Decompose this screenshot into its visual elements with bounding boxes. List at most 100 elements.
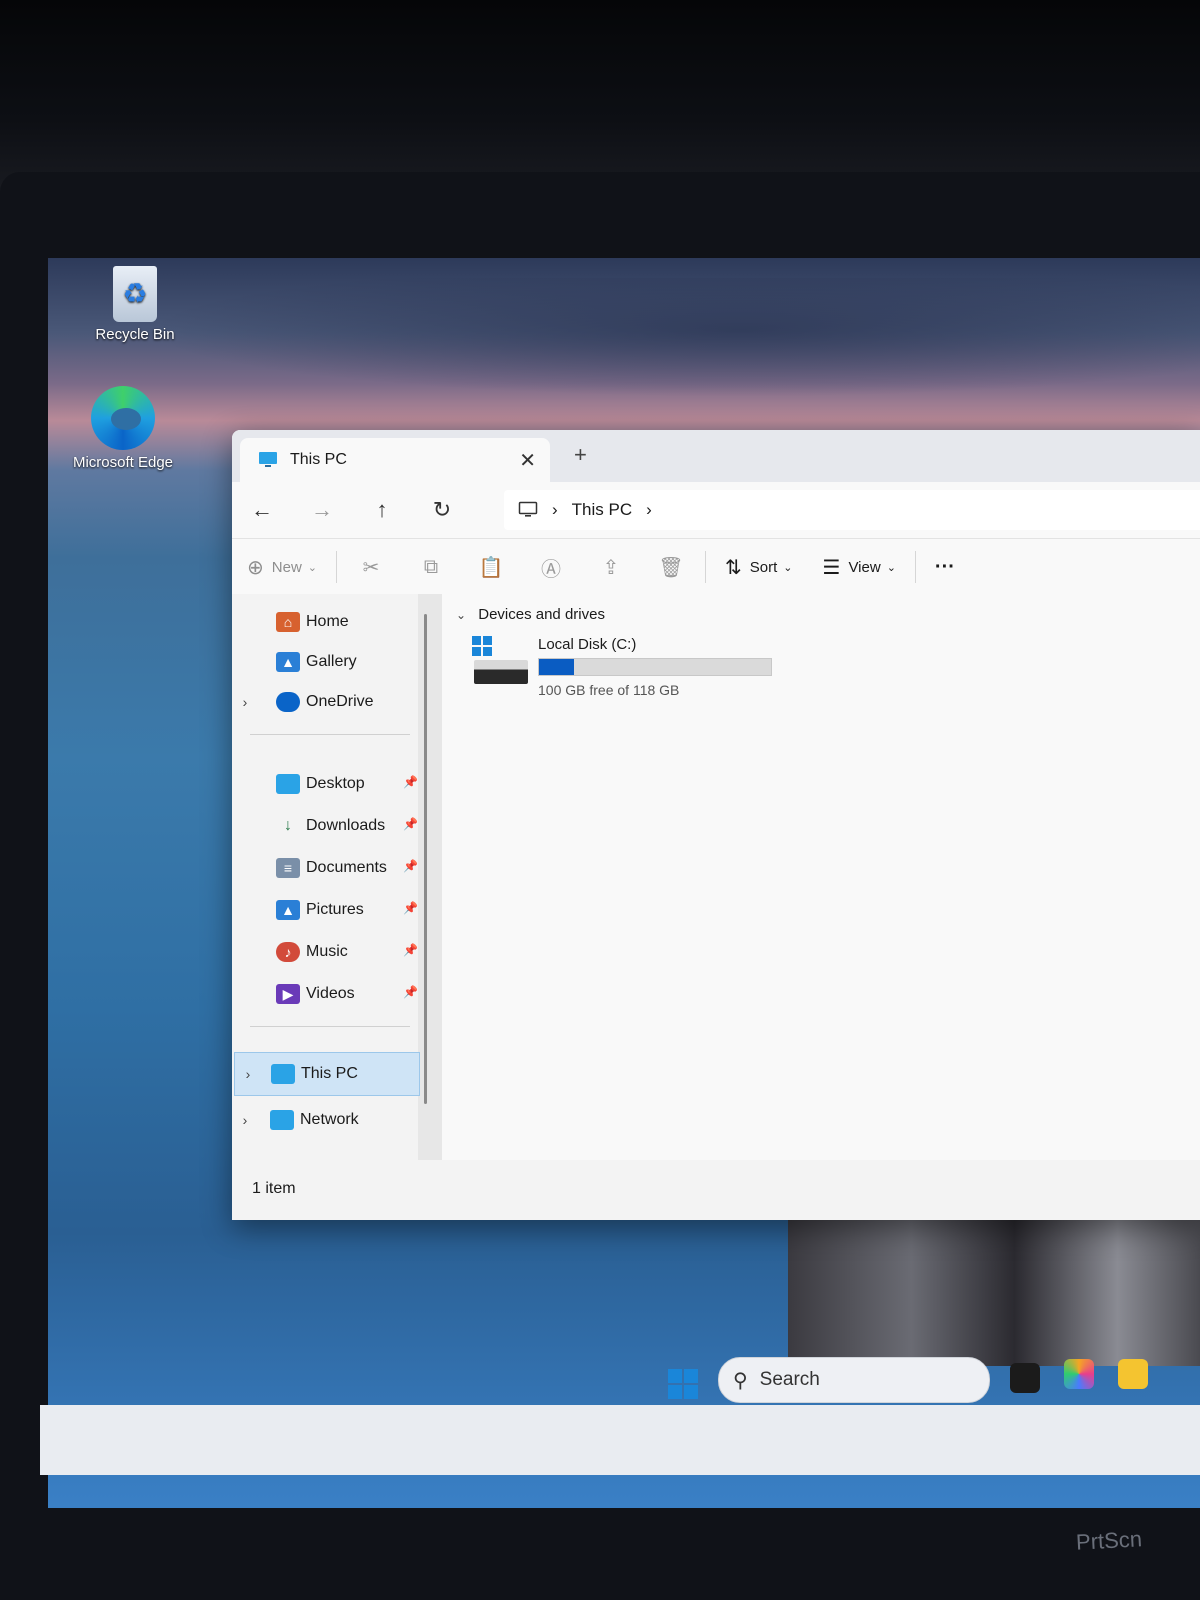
sidebar-item-music[interactable]: ♪ Music 📌 (232, 934, 422, 970)
wallpaper-clouds (48, 278, 1200, 408)
sidebar-item-network[interactable]: › Network (232, 1102, 422, 1138)
forward-button[interactable]: → (292, 497, 352, 523)
paste-icon[interactable]: 📋 (461, 555, 521, 580)
chevron-down-icon: ⌄ (307, 561, 317, 574)
onedrive-icon (276, 692, 300, 712)
item-count: 1 item (252, 1180, 296, 1197)
desktop-icon-edge[interactable]: Microsoft Edge (68, 386, 178, 471)
tab-bar: This PC ✕ + (232, 430, 1200, 482)
new-button[interactable]: ⊕ New ⌄ (232, 555, 332, 580)
m365-copilot-icon[interactable] (1064, 1359, 1094, 1389)
hard-drive-icon (472, 636, 528, 686)
tab-title: This PC (290, 451, 347, 468)
background-room (0, 0, 1200, 200)
breadcrumb-this-pc[interactable]: This PC (572, 500, 632, 520)
new-label: New (271, 558, 302, 576)
status-bar: 1 item (232, 1160, 1200, 1220)
desktop-icon-recycle-bin[interactable]: ♻ Recycle Bin (80, 266, 190, 343)
up-button[interactable]: ↑ (352, 497, 412, 523)
navigation-scrollbar[interactable] (424, 614, 427, 1104)
sidebar-item-pictures[interactable]: ▲ Pictures 📌 (232, 892, 422, 928)
task-view-icon[interactable] (1010, 1363, 1040, 1393)
chevron-down-icon: ⌄ (456, 608, 467, 622)
file-explorer-window: This PC ✕ + ← → ↑ ↻ › This PC › ⊕ New ⌄ … (232, 430, 1200, 1220)
drive-free-space: 100 GB free of 118 GB (538, 682, 680, 698)
drive-name: Local Disk (C:) (538, 636, 637, 653)
pin-icon[interactable]: 📌 (403, 775, 418, 789)
keyboard-key-prtscn: PrtScn (1075, 1526, 1143, 1555)
sidebar-item-videos[interactable]: ▶ Videos 📌 (232, 976, 422, 1012)
downloads-icon: ↓ (284, 817, 292, 834)
separator (705, 551, 706, 583)
pin-icon[interactable]: 📌 (403, 985, 418, 999)
close-tab-icon[interactable]: ✕ (519, 448, 536, 473)
view-button[interactable]: ☰ View ⌄ (808, 555, 911, 580)
drive-item-c[interactable]: Local Disk (C:) 100 GB free of 118 GB (472, 636, 812, 706)
sidebar-item-documents[interactable]: ≡ Documents 📌 (232, 850, 422, 886)
view-icon: ☰ (822, 556, 841, 579)
view-label: View (848, 558, 881, 576)
windows-logo-icon (472, 636, 492, 656)
sidebar-item-desktop[interactable]: Desktop 📌 (232, 766, 422, 802)
pin-icon[interactable]: 📌 (403, 943, 418, 957)
delete-icon[interactable]: 🗑 (641, 555, 701, 580)
navigation-pane: ⌂ Home ▲ Gallery › OneDrive Desktop 📌 ↓ … (232, 594, 442, 1160)
drive-usage-fill (539, 659, 574, 675)
desktop-folder-icon (276, 774, 300, 794)
start-button[interactable] (668, 1369, 698, 1399)
sidebar-item-downloads[interactable]: ↓ Downloads 📌 (232, 808, 422, 844)
share-icon[interactable]: ⇪ (581, 555, 641, 580)
pin-icon[interactable]: 📌 (403, 859, 418, 873)
sidebar-item-label: This PC (301, 1065, 358, 1082)
chevron-right-icon[interactable]: › (235, 1066, 261, 1082)
back-button[interactable]: ← (232, 497, 292, 523)
sort-icon: ⇅ (725, 556, 742, 579)
home-icon: ⌂ (276, 612, 300, 632)
sidebar-divider (250, 734, 410, 735)
rename-icon[interactable]: Ⓐ (521, 553, 581, 582)
search-placeholder: Search (759, 1369, 820, 1390)
tab-this-pc[interactable]: This PC ✕ (240, 438, 550, 482)
sidebar-item-home[interactable]: ⌂ Home (232, 604, 422, 640)
navigation-bar: ← → ↑ ↻ › This PC › (232, 482, 1200, 538)
chevron-right-icon[interactable]: › (232, 1112, 258, 1128)
command-bar: ⊕ New ⌄ ✂ ⧉ 📋 Ⓐ ⇪ 🗑 ⇅ Sort ⌄ ☰ View ⌄ ··… (232, 538, 1200, 596)
sidebar-item-label: Desktop (306, 775, 365, 792)
more-icon: ··· (934, 555, 955, 578)
file-explorer-icon[interactable] (1118, 1359, 1148, 1389)
refresh-button[interactable]: ↻ (412, 497, 472, 523)
recycle-bin-label: Recycle Bin (95, 326, 175, 343)
sidebar-item-onedrive[interactable]: › OneDrive (232, 684, 422, 720)
chevron-right-icon[interactable]: › (232, 694, 258, 710)
plus-circle-icon: ⊕ (247, 556, 264, 579)
documents-icon: ≡ (276, 858, 300, 878)
drive-usage-bar (538, 658, 772, 676)
separator (336, 551, 337, 583)
copy-icon[interactable]: ⧉ (401, 556, 461, 579)
sidebar-item-gallery[interactable]: ▲ Gallery (232, 644, 422, 680)
more-options-button[interactable]: ··· (920, 556, 970, 579)
taskbar-background (40, 1405, 1200, 1475)
edge-icon (91, 386, 155, 450)
address-bar[interactable]: › This PC › (504, 490, 1200, 530)
taskbar-search[interactable]: ⚲ Search (718, 1357, 990, 1403)
group-label: Devices and drives (478, 606, 605, 623)
sidebar-divider (250, 1026, 410, 1027)
sidebar-item-label: Network (300, 1111, 359, 1128)
sort-button[interactable]: ⇅ Sort ⌄ (710, 555, 808, 580)
group-header-devices[interactable]: ⌄ Devices and drives (456, 606, 605, 623)
gallery-icon: ▲ (276, 652, 300, 672)
cut-icon[interactable]: ✂ (341, 555, 401, 580)
new-tab-button[interactable]: + (574, 442, 587, 468)
pin-icon[interactable]: 📌 (403, 901, 418, 915)
sidebar-item-label: Music (306, 943, 348, 960)
breadcrumb-separator-2[interactable]: › (646, 500, 652, 520)
pin-icon[interactable]: 📌 (403, 817, 418, 831)
network-icon (270, 1110, 294, 1130)
sidebar-item-label: Downloads (306, 817, 386, 834)
sidebar-item-this-pc[interactable]: › This PC (234, 1052, 420, 1096)
videos-icon: ▶ (276, 984, 300, 1004)
search-icon: ⚲ (733, 1369, 748, 1392)
recycle-bin-icon: ♻ (113, 266, 157, 322)
sidebar-item-label: Gallery (306, 653, 357, 670)
